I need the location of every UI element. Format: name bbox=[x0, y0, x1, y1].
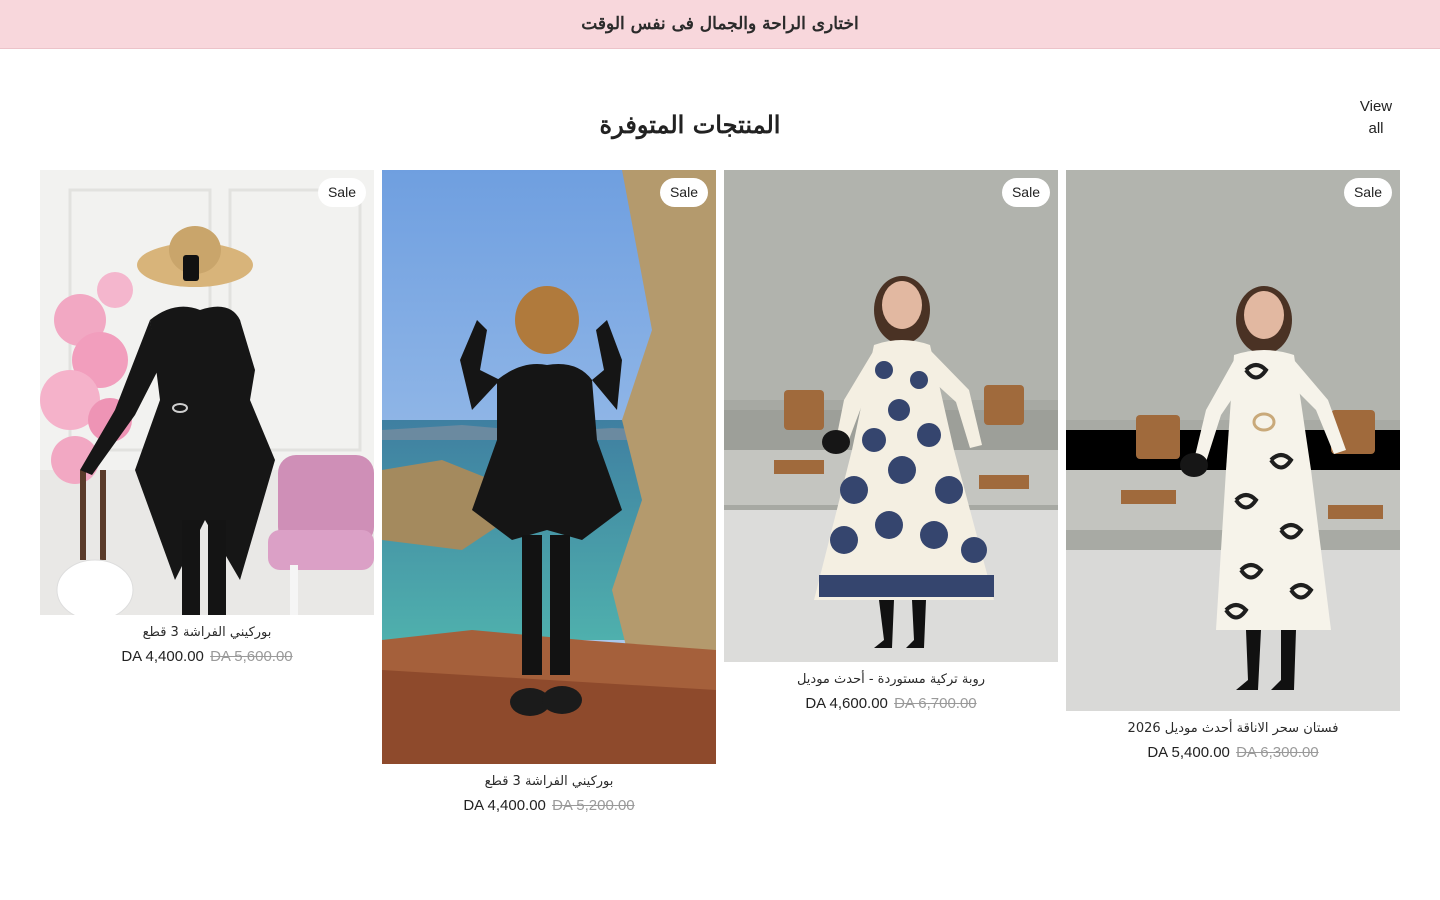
sale-badge: Sale bbox=[317, 178, 366, 207]
compare-price: DA 6,700.00 bbox=[894, 695, 977, 712]
sale-price: DA 4,400.00 bbox=[121, 648, 204, 665]
product-price: DA 4,400.00 DA 5,600.00 bbox=[40, 648, 374, 665]
product-image bbox=[382, 170, 716, 764]
product-price: DA 4,600.00 DA 6,700.00 bbox=[724, 695, 1058, 712]
product-price: DA 5,400.00 DA 6,300.00 bbox=[1066, 744, 1400, 761]
announcement-bar: اختارى الراحة والجمال فى نفس الوقت bbox=[0, 0, 1440, 49]
sale-badge: Sale bbox=[659, 178, 708, 207]
product-image bbox=[1066, 170, 1400, 711]
sale-price: DA 5,400.00 bbox=[1147, 744, 1230, 761]
sale-badge: Sale bbox=[1343, 178, 1392, 207]
product-image bbox=[724, 170, 1058, 662]
product-image-link[interactable]: Sale bbox=[382, 170, 716, 764]
sale-badge: Sale bbox=[1001, 178, 1050, 207]
section-title: المنتجات المتوفرة bbox=[599, 110, 781, 139]
compare-price: DA 6,300.00 bbox=[1236, 744, 1319, 761]
product-price: DA 4,400.00 DA 5,200.00 bbox=[382, 797, 716, 814]
announcement-text: اختارى الراحة والجمال فى نفس الوقت bbox=[581, 14, 859, 34]
view-all-label-line2: all bbox=[1368, 120, 1384, 137]
product-title[interactable]: بوركيني الفراشة 3 قطع bbox=[382, 774, 716, 789]
product-title[interactable]: فستان سحر الاناقة أحدث موديل 2026 bbox=[1066, 721, 1400, 736]
compare-price: DA 5,600.00 bbox=[210, 648, 293, 665]
sale-price: DA 4,400.00 bbox=[463, 797, 546, 814]
view-all-link[interactable]: View all bbox=[1350, 96, 1402, 140]
product-card[interactable]: Sale فستان سحر الاناقة أحدث موديل 2026 D… bbox=[1066, 170, 1400, 761]
product-image-link[interactable]: Sale bbox=[724, 170, 1058, 662]
product-image-link[interactable]: Sale bbox=[40, 170, 374, 615]
product-card[interactable]: Sale روبة تركية مستوردة - أحدث موديل DA … bbox=[724, 170, 1058, 712]
product-card[interactable]: Sale بوركيني الفراشة 3 قطع DA 4,400.00 D… bbox=[382, 170, 716, 814]
view-all-label-line1: View bbox=[1359, 98, 1393, 115]
compare-price: DA 5,200.00 bbox=[552, 797, 635, 814]
product-title[interactable]: بوركيني الفراشة 3 قطع bbox=[40, 625, 374, 640]
product-card[interactable]: Sale بوركيني الفراشة 3 قطع DA 4,400.00 D… bbox=[40, 170, 374, 665]
sale-price: DA 4,600.00 bbox=[805, 695, 888, 712]
product-image-link[interactable]: Sale bbox=[1066, 170, 1400, 711]
product-title[interactable]: روبة تركية مستوردة - أحدث موديل bbox=[724, 672, 1058, 687]
product-image bbox=[40, 170, 374, 615]
